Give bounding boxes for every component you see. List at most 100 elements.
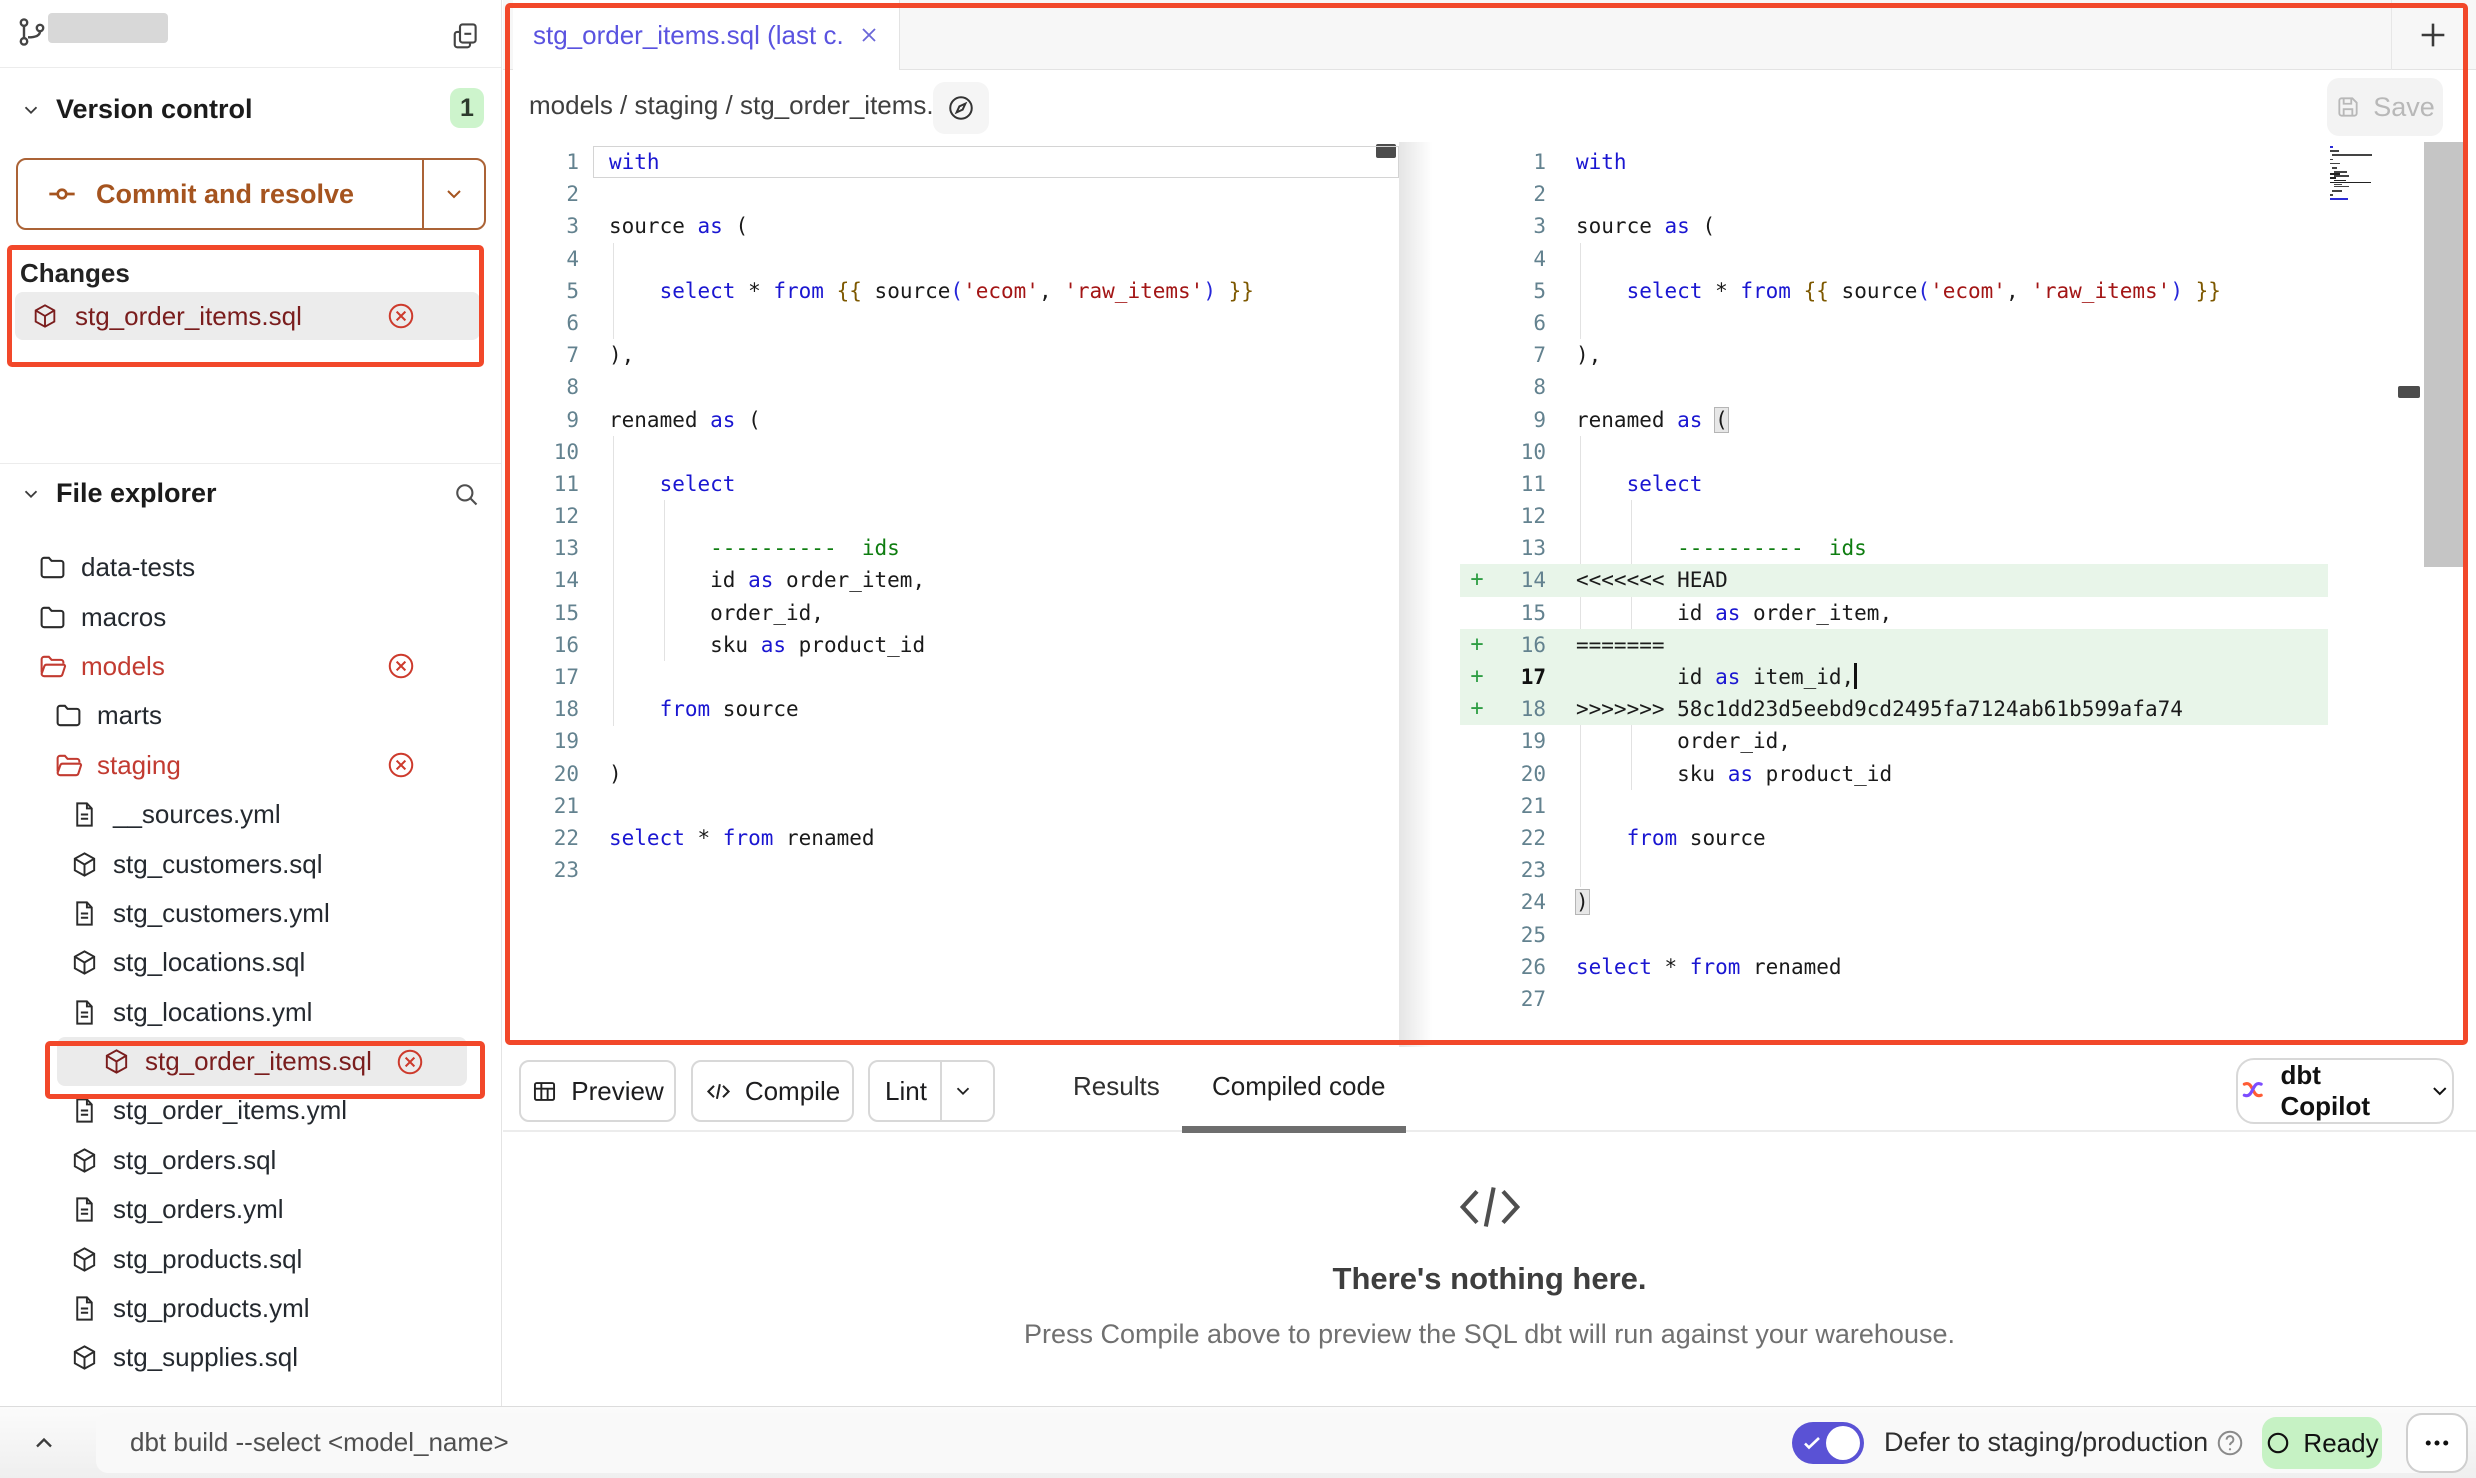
code-line-7[interactable]: 7), <box>513 339 1399 371</box>
code-line-6[interactable]: 6 <box>513 307 1399 339</box>
code-line-11[interactable]: 11 select <box>1460 468 2328 500</box>
code-line-12[interactable]: 12 <box>1460 500 2328 532</box>
search-icon[interactable] <box>452 480 480 508</box>
compile-button[interactable]: Compile <box>691 1060 854 1122</box>
code-line-3[interactable]: 3source as ( <box>1460 210 2328 242</box>
discard-change-icon[interactable] <box>395 1047 425 1077</box>
file-item-stg-products-sql[interactable]: stg_products.sql <box>0 1234 501 1283</box>
code-line-5[interactable]: 5 select * from {{ source('ecom', 'raw_i… <box>513 275 1399 307</box>
code-line-17[interactable]: 17 <box>513 661 1399 693</box>
code-line-22[interactable]: 22 from source <box>1460 822 2328 854</box>
discard-change-icon[interactable] <box>386 750 416 780</box>
commit-dropdown-button[interactable] <box>422 160 484 228</box>
code-line-26[interactable]: 26select * from renamed <box>1460 951 2328 983</box>
code-pane-original[interactable]: 1with23source as (45 select * from {{ so… <box>513 142 1399 1047</box>
lint-button[interactable]: Lint <box>868 1060 995 1122</box>
defer-toggle[interactable] <box>1792 1422 1864 1464</box>
code-line-1[interactable]: 1with <box>513 146 1399 178</box>
lineage-button[interactable] <box>933 82 989 134</box>
lint-dropdown-button[interactable] <box>940 1062 984 1120</box>
code-line-19[interactable]: 19 order_id, <box>1460 725 2328 757</box>
file-item-stg-order-items-yml[interactable]: stg_order_items.yml <box>0 1086 501 1135</box>
code-line-21[interactable]: 21 <box>1460 790 2328 822</box>
tab-stg-order-items[interactable]: stg_order_items.sql (last c... <box>513 0 900 70</box>
editor-scrollbar[interactable] <box>2424 142 2468 567</box>
file-item-stg-locations-yml[interactable]: stg_locations.yml <box>0 988 501 1037</box>
code-line-15[interactable]: 15 order_id, <box>513 597 1399 629</box>
code-line-3[interactable]: 3source as ( <box>513 210 1399 242</box>
help-icon[interactable] <box>2215 1428 2245 1458</box>
code-line-18[interactable]: 18 from source <box>513 693 1399 725</box>
file-item-data-tests[interactable]: data-tests <box>0 543 501 592</box>
save-button[interactable]: Save <box>2327 78 2443 136</box>
code-line-8[interactable]: 8 <box>513 371 1399 403</box>
code-line-4[interactable]: 4 <box>513 243 1399 275</box>
file-explorer-header[interactable]: File explorer <box>20 478 217 509</box>
code-line-16[interactable]: +16======= <box>1460 629 2328 661</box>
code-line-23[interactable]: 23 <box>1460 854 2328 886</box>
file-item-stg-products-yml[interactable]: stg_products.yml <box>0 1284 501 1333</box>
code-line-14[interactable]: +14<<<<<<< HEAD <box>1460 564 2328 596</box>
code-line-9[interactable]: 9renamed as ( <box>513 404 1399 436</box>
code-line-13[interactable]: 13 ---------- ids <box>1460 532 2328 564</box>
code-line-14[interactable]: 14 id as order_item, <box>513 564 1399 596</box>
discard-change-icon[interactable] <box>386 301 416 331</box>
code-line-23[interactable]: 23 <box>513 854 1399 886</box>
code-line-1[interactable]: 1with <box>1460 146 2328 178</box>
code-line-22[interactable]: 22select * from renamed <box>513 822 1399 854</box>
code-line-15[interactable]: 15 id as order_item, <box>1460 597 2328 629</box>
file-item-stg-customers-sql[interactable]: stg_customers.sql <box>0 839 501 888</box>
code-pane-modified[interactable]: 1with23source as (45 select * from {{ so… <box>1460 142 2328 1047</box>
code-line-11[interactable]: 11 select <box>513 468 1399 500</box>
code-line-10[interactable]: 10 <box>1460 436 2328 468</box>
discard-change-icon[interactable] <box>386 651 416 681</box>
changed-file-row[interactable]: stg_order_items.sql <box>15 292 480 340</box>
minimap[interactable] <box>2330 146 2400 206</box>
more-options-button[interactable] <box>2406 1413 2468 1473</box>
file-item-macros[interactable]: macros <box>0 592 501 641</box>
file-item-marts[interactable]: marts <box>0 691 501 740</box>
code-line-25[interactable]: 25 <box>1460 919 2328 951</box>
close-icon[interactable] <box>857 23 881 47</box>
right-pane-scroll-thumb[interactable] <box>2398 386 2420 398</box>
file-item--sources-yml[interactable]: __sources.yml <box>0 790 501 839</box>
version-control-header[interactable]: Version control <box>20 94 253 125</box>
code-line-2[interactable]: 2 <box>513 178 1399 210</box>
git-branch-icon[interactable] <box>16 16 48 48</box>
file-item-stg-locations-sql[interactable]: stg_locations.sql <box>0 938 501 987</box>
plus-icon[interactable] <box>2416 18 2450 52</box>
file-item-stg-customers-yml[interactable]: stg_customers.yml <box>0 889 501 938</box>
code-line-20[interactable]: 20 sku as product_id <box>1460 758 2328 790</box>
copy-icon[interactable] <box>450 20 480 50</box>
code-line-13[interactable]: 13 ---------- ids <box>513 532 1399 564</box>
file-item-stg-orders-yml[interactable]: stg_orders.yml <box>0 1185 501 1234</box>
dbt-copilot-button[interactable]: dbt Copilot <box>2236 1058 2454 1124</box>
code-line-6[interactable]: 6 <box>1460 307 2328 339</box>
code-line-18[interactable]: +18>>>>>>> 58c1dd23d5eebd9cd2495fa7124ab… <box>1460 693 2328 725</box>
code-line-8[interactable]: 8 <box>1460 371 2328 403</box>
code-line-9[interactable]: 9renamed as ( <box>1460 404 2328 436</box>
code-line-19[interactable]: 19 <box>513 725 1399 757</box>
code-line-7[interactable]: 7), <box>1460 339 2328 371</box>
code-line-16[interactable]: 16 sku as product_id <box>513 629 1399 661</box>
code-line-24[interactable]: 24) <box>1460 886 2328 918</box>
file-item-models[interactable]: models <box>0 642 501 691</box>
code-line-4[interactable]: 4 <box>1460 243 2328 275</box>
status-badge[interactable]: Ready <box>2262 1417 2382 1469</box>
code-line-27[interactable]: 27 <box>1460 983 2328 1015</box>
file-item-stg-orders-sql[interactable]: stg_orders.sql <box>0 1136 501 1185</box>
file-item-stg-supplies-sql[interactable]: stg_supplies.sql <box>0 1333 501 1382</box>
code-line-17[interactable]: +17 id as item_id, <box>1460 661 2328 693</box>
code-line-2[interactable]: 2 <box>1460 178 2328 210</box>
code-line-12[interactable]: 12 <box>513 500 1399 532</box>
preview-button[interactable]: Preview <box>519 1060 676 1122</box>
commit-and-resolve-button[interactable]: Commit and resolve <box>16 158 486 230</box>
tab-results[interactable]: Results <box>1073 1071 1160 1102</box>
code-line-20[interactable]: 20) <box>513 758 1399 790</box>
chevron-up-icon[interactable] <box>30 1429 58 1457</box>
code-line-10[interactable]: 10 <box>513 436 1399 468</box>
code-line-5[interactable]: 5 select * from {{ source('ecom', 'raw_i… <box>1460 275 2328 307</box>
file-item-stg-order-items-sql[interactable]: stg_order_items.sql <box>57 1037 467 1086</box>
tab-compiled-code[interactable]: Compiled code <box>1212 1071 1385 1102</box>
code-line-21[interactable]: 21 <box>513 790 1399 822</box>
